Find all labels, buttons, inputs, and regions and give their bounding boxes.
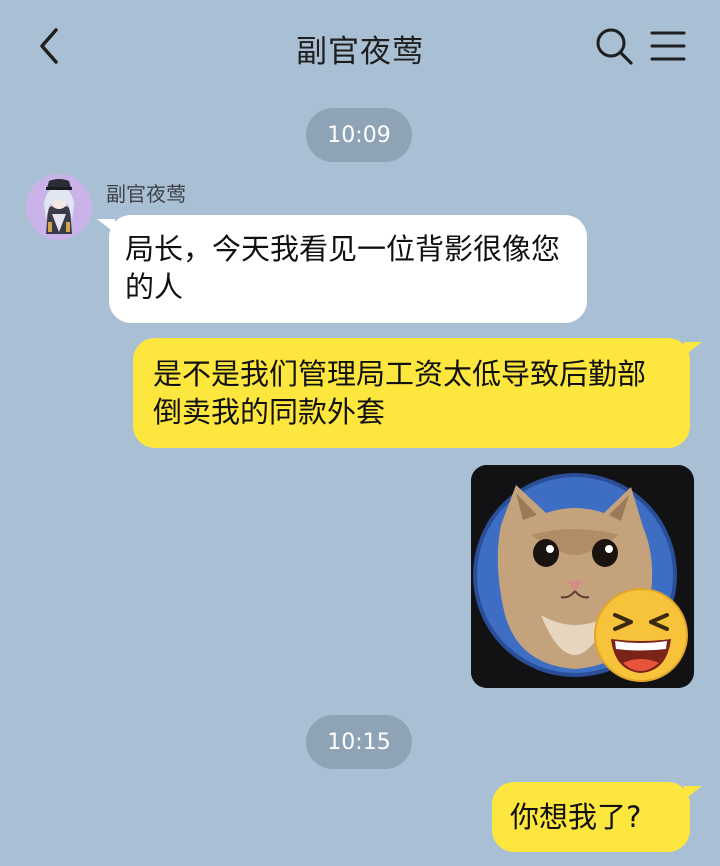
bubble-tail — [684, 786, 702, 800]
timestamp: 10:15 — [306, 715, 412, 769]
outgoing-message-bubble[interactable]: 是不是我们管理局工资太低导致后勤部倒卖我的同款外套 — [133, 338, 702, 448]
message-text: 是不是我们管理局工资太低导致后勤部倒卖我的同款外套 — [153, 357, 647, 429]
top-bar: 副官夜莺 — [0, 0, 720, 95]
avatar[interactable] — [26, 174, 92, 240]
search-button[interactable] — [594, 26, 634, 66]
cat-laughing-emoji-sticker — [471, 465, 694, 688]
incoming-message-bubble[interactable]: 局长，今天我看见一位背影很像您的人 — [97, 215, 587, 323]
character-avatar-icon — [26, 174, 92, 240]
sticker-message[interactable] — [471, 465, 694, 688]
sender-name: 副官夜莺 — [106, 182, 186, 206]
outgoing-message-bubble[interactable]: 你想我了? — [492, 782, 702, 852]
timestamp: 10:09 — [306, 108, 412, 162]
bubble-tail — [97, 219, 115, 233]
menu-icon — [650, 31, 686, 61]
search-icon — [596, 28, 633, 65]
bubble-tail — [684, 342, 702, 356]
menu-button[interactable] — [648, 28, 688, 64]
message-text: 你想我了? — [510, 800, 642, 834]
message-text: 局长，今天我看见一位背影很像您的人 — [125, 232, 561, 304]
